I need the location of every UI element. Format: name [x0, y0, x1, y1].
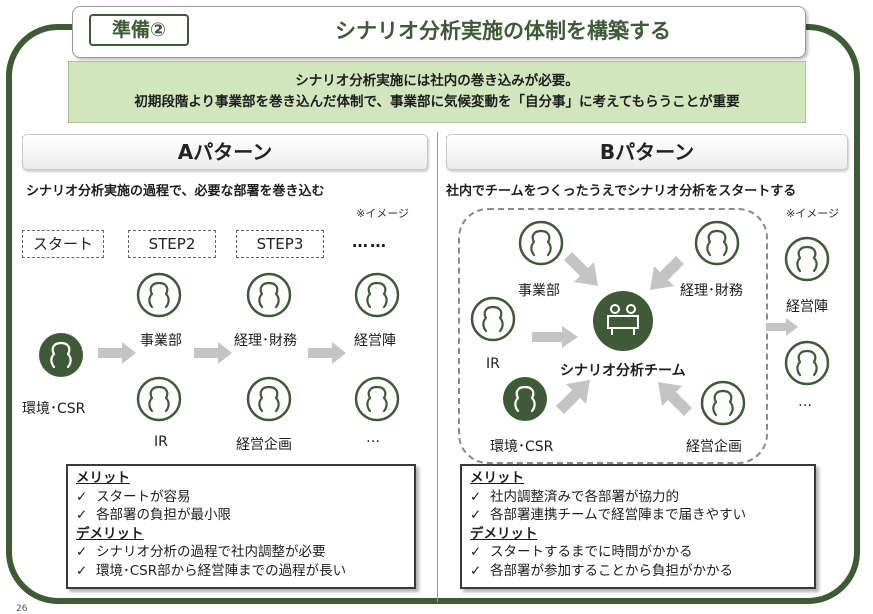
check-icon: ✓: [76, 544, 88, 561]
check-icon: ✓: [470, 562, 482, 579]
biz-dept-person-icon: [136, 272, 182, 318]
check-icon: ✓: [76, 562, 88, 579]
arrow-right-icon: [98, 342, 136, 364]
corp-planning-label: 経営企画: [686, 439, 742, 455]
more-person-icon: [354, 376, 400, 422]
check-icon: ✓: [470, 507, 482, 524]
pattern-b-header: Bパターン: [446, 134, 848, 170]
pattern-b-subhead: 社内でチームをつくったうえでシナリオ分析をスタートする: [446, 184, 797, 199]
check-icon: ✓: [76, 507, 88, 524]
arrow-right-icon: [766, 318, 798, 336]
biz-dept-label: 事業部: [518, 283, 560, 299]
more-person-icon: [784, 340, 830, 386]
arrow-right-icon: [194, 342, 232, 364]
finance-person-icon: [694, 220, 740, 266]
arrow-right-icon: [308, 342, 346, 364]
finance-person-icon: [246, 272, 292, 318]
step-2-label: STEP2: [128, 230, 216, 258]
step-start-label: スタート: [22, 230, 104, 258]
check-icon: ✓: [470, 544, 482, 561]
pattern-a-image-note: ※イメージ: [356, 207, 409, 220]
key-message-banner: シナリオ分析実施には社内の巻き込みが必要。 初期段階より事業部を巻き込んだ体制で…: [68, 61, 806, 123]
demerit-item: ✓ シナリオ分析の過程で社内調整が必要: [76, 544, 326, 561]
page-number: 26: [16, 604, 28, 614]
executive-label: 経営陣: [786, 299, 828, 315]
env-csr-label: 環境･CSR: [22, 401, 86, 417]
ir-label: IR: [154, 434, 168, 450]
demerit-item: ✓ スタートするまでに時間がかかる: [470, 544, 693, 561]
merit-item: ✓ スタートが容易: [76, 488, 191, 505]
pattern-b-merit-box: メリット ✓ 社内調整済みで各部署が協力的 ✓ 各部署連携チームで経営陣まで届きやす…: [460, 464, 816, 589]
executive-person-icon: [784, 236, 830, 282]
env-csr-label: 環境･CSR: [490, 439, 554, 455]
demerit-item: ✓ 環境･CSR部から経営陣までの過程が長い: [76, 562, 347, 579]
pattern-a-header: Aパターン: [22, 134, 428, 170]
page-title: シナリオ分析実施の体制を構築する: [335, 19, 671, 43]
env-csr-person-icon: [38, 332, 84, 378]
step-ellipsis: ……: [352, 232, 388, 251]
title-tag: 準備②: [89, 14, 189, 46]
executive-label: 経営陣: [354, 333, 396, 349]
biz-dept-label: 事業部: [140, 333, 182, 349]
pattern-a-subhead: シナリオ分析実施の過程で、必要な部署を巻き込む: [26, 184, 325, 199]
merit-item: ✓ 各部署連携チームで経営陣まで届きやすい: [470, 507, 747, 524]
arrow-right-icon: [532, 326, 578, 348]
check-icon: ✓: [76, 488, 88, 505]
pattern-a-merit-box: メリット ✓ スタートが容易 ✓ 各部署の負担が最小限 デメリット ✓ シナリオ分析の…: [66, 464, 416, 589]
more-label: …: [798, 394, 812, 410]
env-csr-person-icon: [502, 376, 548, 422]
step-3-label: STEP3: [236, 230, 324, 258]
arrow-up-left-icon: [658, 382, 692, 416]
more-label: …: [366, 430, 380, 446]
pattern-b-image-note: ※イメージ: [786, 207, 839, 220]
ir-person-icon: [136, 376, 182, 422]
check-icon: ✓: [470, 488, 482, 505]
panel-divider: [437, 132, 438, 602]
merit-heading: メリット: [76, 470, 130, 486]
corp-planning-person-icon: [700, 380, 746, 426]
banner-line-1: シナリオ分析実施には社内の巻き込みが必要。: [295, 73, 579, 89]
demerit-item: ✓ 各部署が参加することから負担がかかる: [470, 562, 733, 579]
ir-label: IR: [486, 356, 500, 372]
merit-item: ✓ 社内調整済みで各部署が協力的: [470, 488, 679, 505]
merit-heading: メリット: [470, 470, 524, 486]
title-box: 準備② シナリオ分析実施の体制を構築する: [72, 6, 806, 58]
biz-dept-person-icon: [518, 220, 564, 266]
ir-person-icon: [470, 296, 516, 342]
executive-person-icon: [354, 272, 400, 318]
arrow-up-right-icon: [556, 380, 590, 414]
arrow-down-left-icon: [650, 256, 684, 290]
arrow-down-right-icon: [564, 252, 598, 286]
demerit-heading: デメリット: [470, 525, 538, 542]
demerit-heading: デメリット: [76, 525, 144, 542]
finance-label: 経理･財務: [234, 333, 297, 349]
corp-planning-label: 経営企画: [236, 437, 292, 453]
merit-item: ✓ 各部署の負担が最小限: [76, 507, 231, 524]
finance-label: 経理･財務: [680, 283, 743, 299]
banner-line-2: 初期段階より事業部を巻き込んだ体制で、事業部に気候変動を「自分事」に考えてもらう…: [134, 94, 740, 110]
corp-planning-person-icon: [246, 376, 292, 422]
meeting-team-icon: [593, 291, 653, 351]
